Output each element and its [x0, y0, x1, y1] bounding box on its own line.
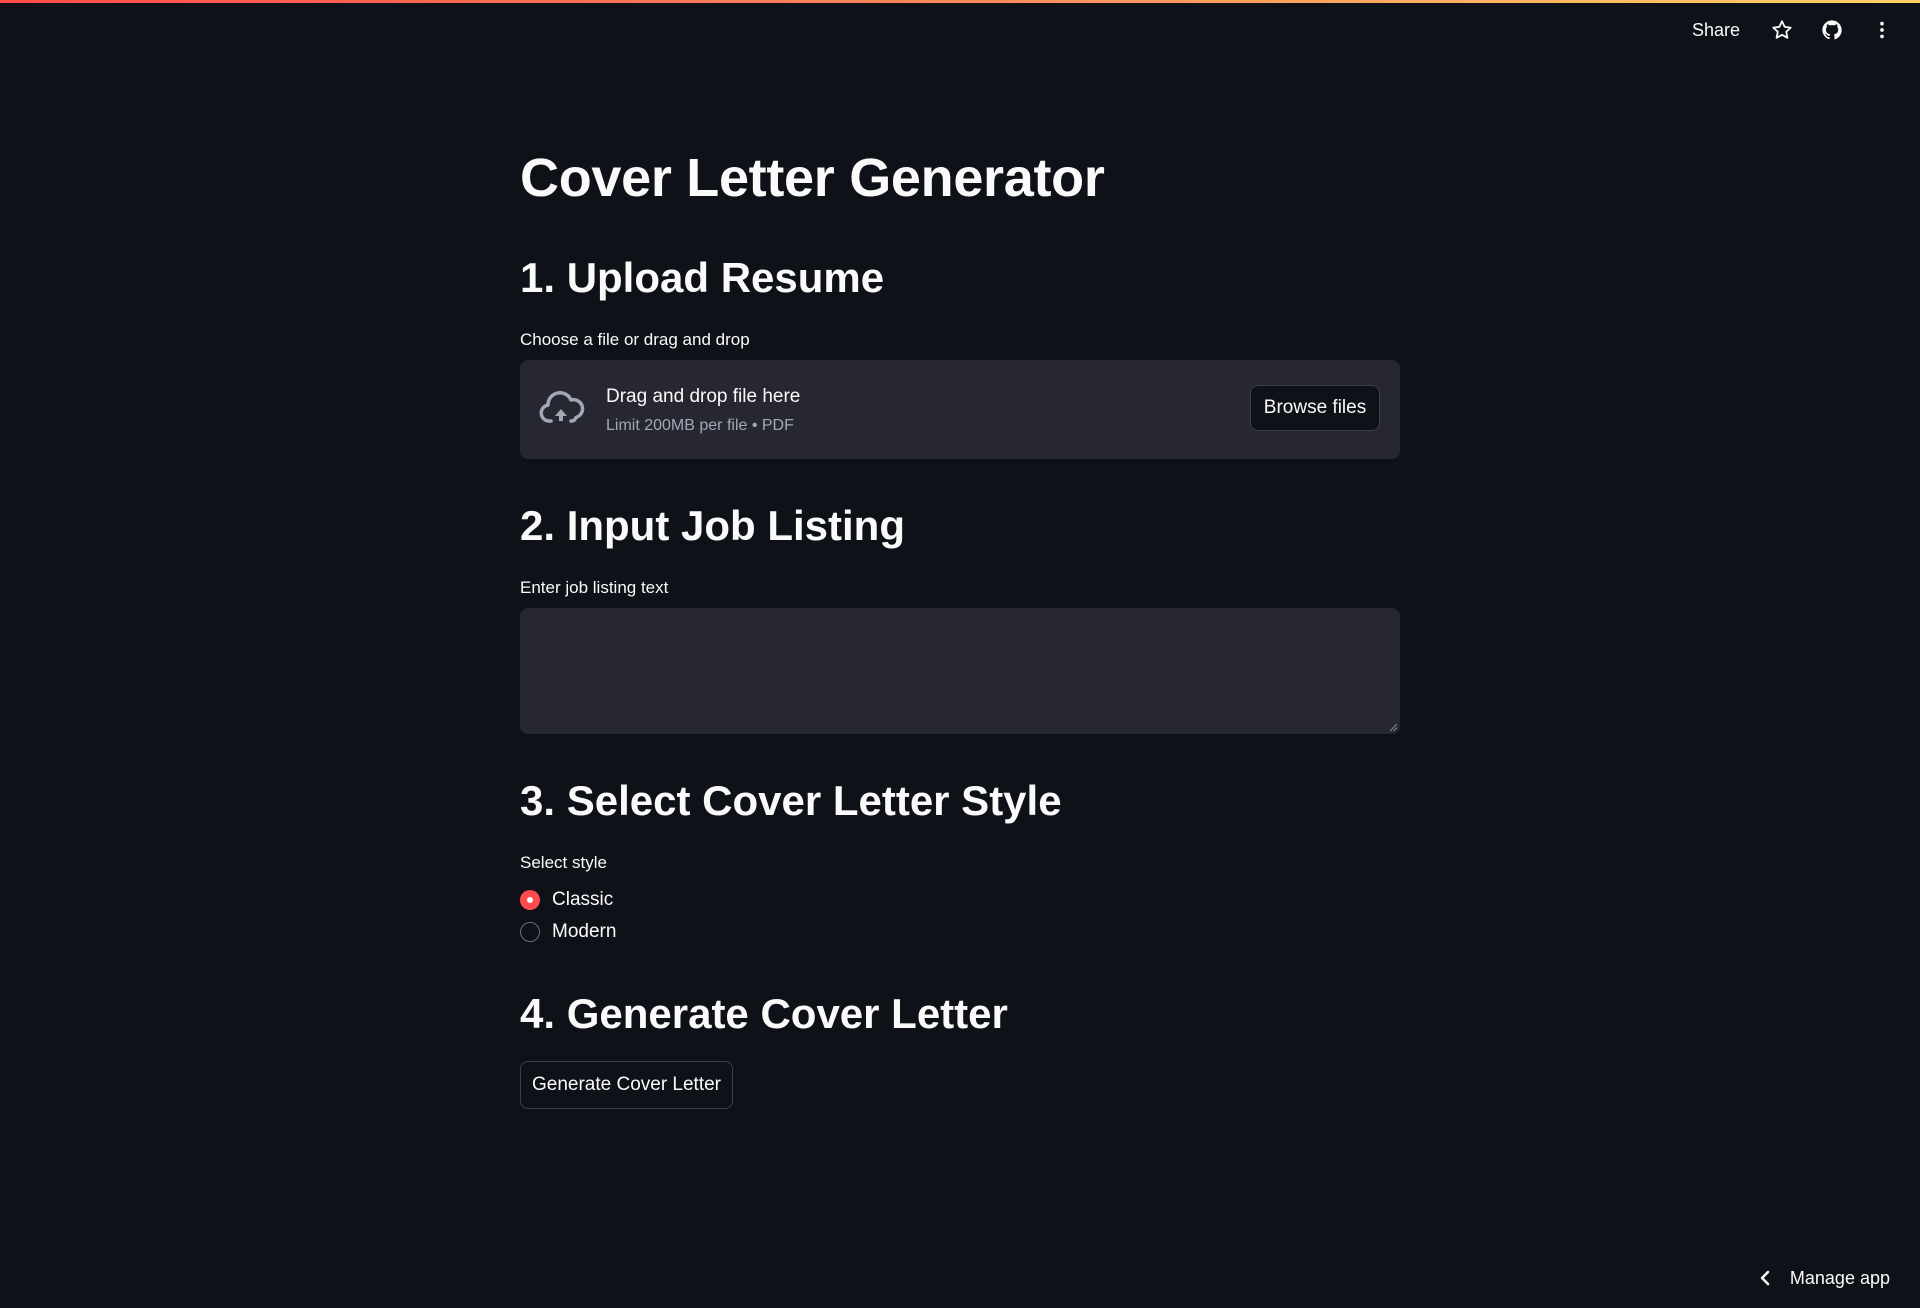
radio-unchecked-icon[interactable]: [520, 922, 540, 942]
job-field-label: Enter job listing text: [520, 578, 669, 597]
github-icon[interactable]: [1816, 14, 1848, 46]
radio-option-modern[interactable]: Modern: [520, 918, 616, 946]
resize-handle-icon[interactable]: [1388, 722, 1398, 732]
more-vertical-icon[interactable]: [1866, 14, 1898, 46]
job-listing-textarea[interactable]: [520, 608, 1400, 734]
top-decoration-bar: [0, 0, 1920, 3]
radio-label-classic: Classic: [552, 889, 614, 910]
chevron-left-icon: [1760, 1270, 1770, 1286]
app-toolbar: Share: [1684, 14, 1898, 46]
share-button[interactable]: Share: [1684, 16, 1748, 45]
generate-cover-letter-button[interactable]: Generate Cover Letter: [520, 1061, 733, 1109]
section-title-job-listing: 2. Input Job Listing: [520, 502, 905, 549]
section-title-upload-resume: 1. Upload Resume: [520, 254, 885, 301]
radio-checked-icon[interactable]: [520, 890, 540, 910]
style-field-label: Select style: [520, 853, 607, 872]
radio-label-modern: Modern: [552, 921, 617, 942]
star-icon[interactable]: [1766, 14, 1798, 46]
manage-app-button[interactable]: Manage app: [1758, 1262, 1890, 1294]
page-title: Cover Letter Generator: [520, 148, 1105, 208]
cloud-upload-icon: [539, 391, 585, 423]
file-dropzone[interactable]: Drag and drop file here Limit 200MB per …: [520, 360, 1400, 459]
radio-option-classic[interactable]: Classic: [520, 886, 613, 914]
dropzone-subtitle: Limit 200MB per file • PDF: [606, 417, 794, 434]
section-title-generate: 4. Generate Cover Letter: [520, 990, 1008, 1037]
manage-app-label: Manage app: [1789, 1267, 1890, 1288]
upload-field-label: Choose a file or drag and drop: [520, 330, 750, 349]
browse-files-button[interactable]: Browse files: [1250, 385, 1380, 431]
section-title-cover-letter-style: 3. Select Cover Letter Style: [520, 777, 1062, 824]
dropzone-title: Drag and drop file here: [606, 386, 801, 407]
